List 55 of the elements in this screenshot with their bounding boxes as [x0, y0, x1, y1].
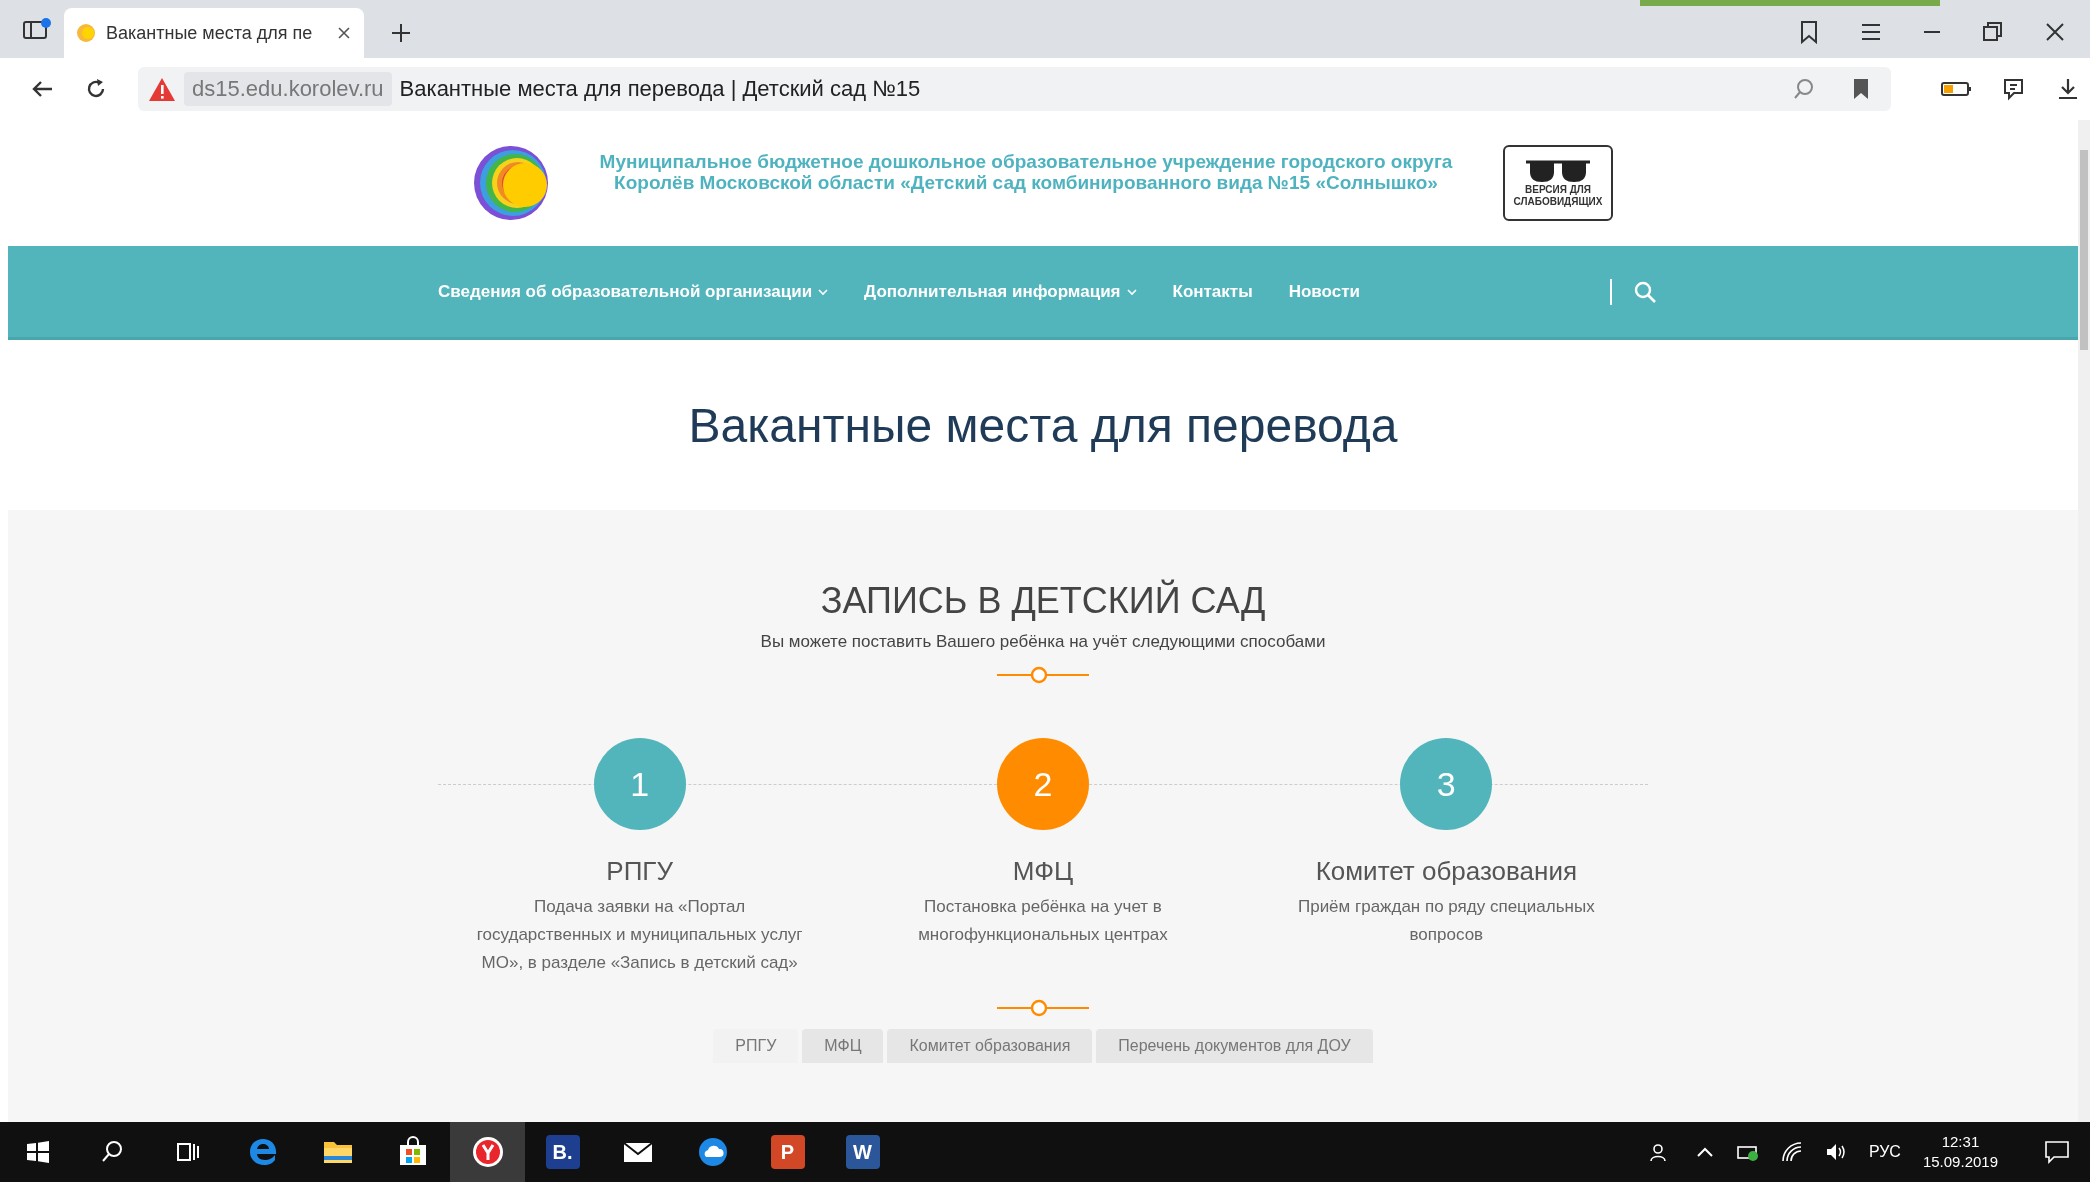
app-icon[interactable]: B. [545, 1135, 580, 1169]
close-icon[interactable] [336, 25, 352, 41]
close-icon[interactable] [2044, 21, 2066, 43]
step-description: Подача заявки на «Портал государственных и муниципальных услуг МО», в разделе «Запись в детский сад» [475, 896, 804, 974]
section-title: ЗАПИСЬ В ДЕТСКИЙ САД [820, 580, 1266, 622]
glasses-icon [1524, 158, 1592, 184]
step-title: МФЦ [1012, 856, 1074, 887]
windows-start-icon[interactable] [25, 1140, 50, 1164]
step-number-circle: 3 [1400, 738, 1493, 830]
page-title-text: Вакантные места для перевода | Детский сад №15 [399, 76, 922, 102]
address-bar[interactable]: ds15.edu.korolev.ru Вакантные места для перевода | Детский сад №15 [138, 67, 1891, 111]
section-tab[interactable]: МФЦ [802, 1029, 884, 1063]
scrollbar-thumb[interactable] [2080, 150, 2088, 350]
y-browser-icon[interactable] [471, 1136, 504, 1168]
tabs-panel-icon[interactable] [22, 18, 52, 42]
language-indicator[interactable]: РУС [1868, 1143, 1901, 1161]
step-description: Постановка ребёнка на учет в многофункциональных центрах [917, 896, 1169, 946]
section-tab[interactable]: Перечень документов для ДОУ [1096, 1029, 1373, 1063]
bookmark-icon[interactable] [1851, 77, 1871, 101]
nav-link[interactable]: Дополнительная информация [864, 281, 1137, 302]
section-tab[interactable]: РПГУ [713, 1029, 799, 1063]
clock-time[interactable]: 12:31 [1941, 1132, 1980, 1152]
step-number-circle: 2 [997, 738, 1089, 830]
section-tab[interactable]: Комитет образования [887, 1029, 1093, 1063]
clock-date[interactable]: 15.09.2019 [1922, 1152, 1998, 1172]
browser-tab[interactable]: Вакантные места для пе [64, 8, 364, 58]
wifi-icon[interactable] [1780, 1141, 1803, 1163]
step-title: Комитет образования [1315, 856, 1577, 887]
domain-label: ds15.edu.korolev.ru [184, 72, 392, 106]
button-label: ВЕРСИЯ ДЛЯ СЛАБОВИДЯЩИХ [1512, 184, 1604, 208]
organization-name: Муниципальное бюджетное дошкольное образовательное учреждение городского округа Королёв Московской области «Детский сад комбинированного вида №15 «Солнышко» [598, 151, 1454, 193]
step-title: РПГУ [606, 856, 673, 887]
sun-logo[interactable] [473, 145, 549, 221]
battery-icon[interactable] [1941, 79, 1972, 99]
low-vision-version-button[interactable]: ВЕРСИЯ ДЛЯ СЛАБОВИДЯЩИХ [1503, 145, 1613, 221]
nav-link[interactable]: Сведения об образовательной организации [438, 281, 829, 302]
download-icon[interactable] [2056, 77, 2080, 101]
step-number-circle: 1 [593, 738, 686, 830]
bookmarks-icon[interactable] [1798, 20, 1820, 44]
menu-icon[interactable] [1860, 21, 1882, 43]
step-description: Приём граждан по ряду специальных вопросов [1296, 896, 1596, 946]
new-tab-icon[interactable] [390, 22, 412, 44]
section-subtitle: Вы можете поставить Вашего ребёнка на учёт следующими способами [760, 632, 1326, 652]
tab-title: Вакантные места для пе [106, 22, 314, 44]
restore-icon[interactable] [1982, 21, 2004, 43]
app-icon[interactable]: P [770, 1135, 805, 1169]
nav-link[interactable]: Новости [1288, 281, 1360, 302]
search-icon[interactable] [100, 1140, 125, 1164]
favicon-icon [76, 23, 96, 43]
cloud-app-icon[interactable] [696, 1136, 729, 1168]
app-icon[interactable]: W [845, 1135, 880, 1169]
notifications-icon[interactable] [2044, 1139, 2070, 1165]
nav-link[interactable]: Контакты [1172, 281, 1253, 302]
warning-icon[interactable] [148, 76, 176, 102]
task-view-icon[interactable] [175, 1140, 200, 1164]
